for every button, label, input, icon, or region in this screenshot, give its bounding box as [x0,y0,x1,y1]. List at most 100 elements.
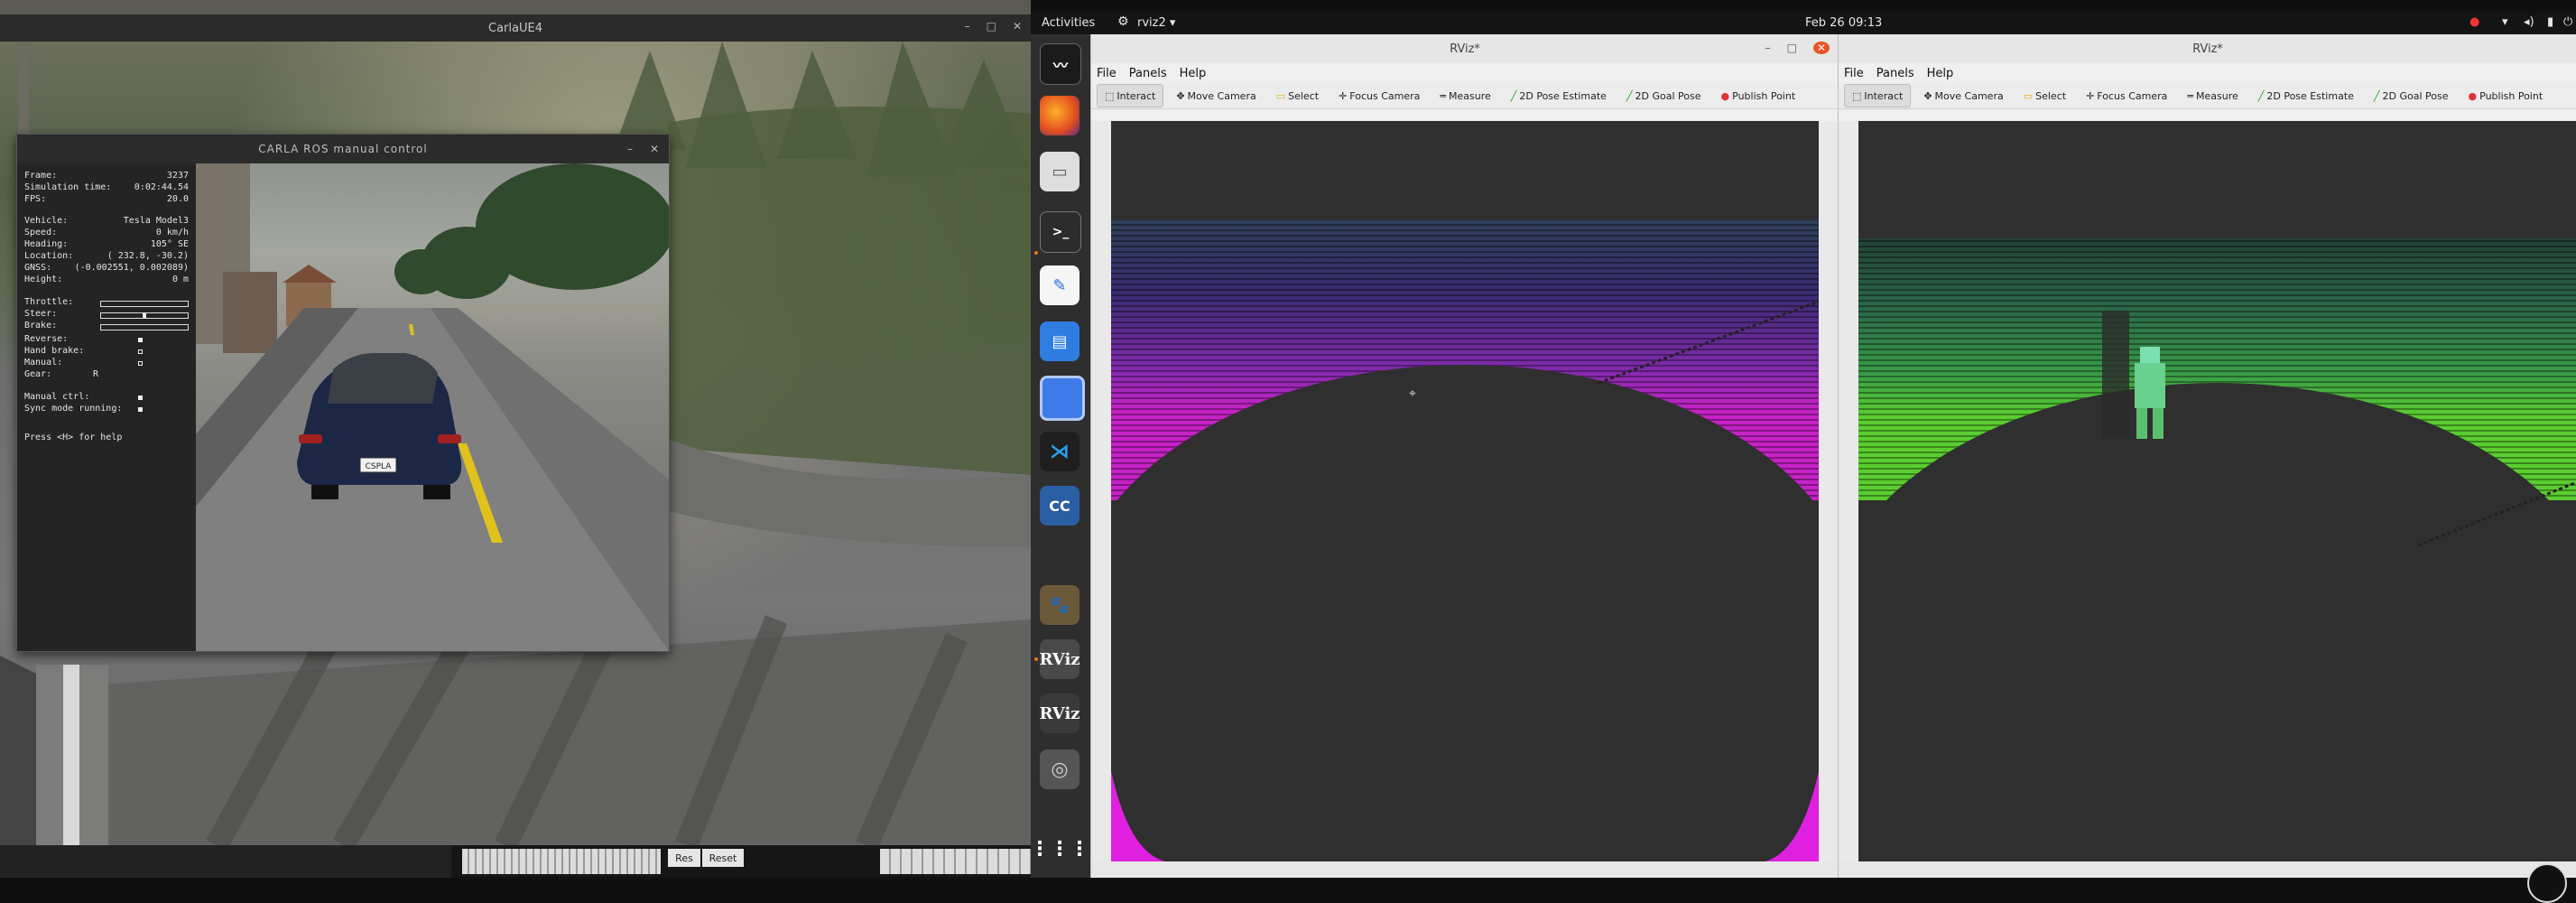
hud-fps-row: FPS: 20.0 [24,194,189,207]
firefox-icon[interactable] [1040,96,1080,135]
close-icon[interactable]: ✕ [1812,42,1830,54]
left-dock-panel[interactable] [1091,121,1111,861]
carla-titlebar[interactable]: CarlaUE4 – □ ✕ [0,14,1031,42]
bottom-strip-pattern [880,849,1031,874]
tool-label: Select [1288,89,1320,102]
camera-view[interactable]: CSPLA [196,163,669,651]
tool-interact[interactable]: ⬚ Interact [1844,84,1912,107]
left-dock-panel[interactable] [1839,121,1858,861]
bottom-panel [0,845,451,878]
rviz-titlebar[interactable]: RViz* [1839,34,2576,64]
tool-2d-pose-estimate[interactable]: ╱ 2D Pose Estimate [1504,85,1614,107]
publish-point-icon: ● [2468,89,2478,102]
menu-help[interactable]: Help [1180,67,1207,80]
tool-2d-goal-pose[interactable]: ╱ 2D Goal Pose [1619,85,1709,107]
pose-arrow-icon: ╱ [1510,89,1517,102]
rviz-title: RViz* [2192,42,2223,56]
hud-label: Reverse: [24,334,69,344]
minimize-icon[interactable]: – [1765,42,1771,54]
rviz-3d-view[interactable] [1858,121,2576,861]
tool-measure[interactable]: ═ Measure [1432,85,1497,107]
hud-heading-row: Heading: 105° SE [24,239,189,252]
menu-file[interactable]: File [1097,67,1117,80]
tool-interact[interactable]: ⬚ Interact [1097,84,1164,107]
brake-bar [100,324,189,330]
menu-panels[interactable]: Panels [1876,67,1914,80]
tool-select[interactable]: ▭ Select [1269,85,1326,107]
select-icon: ▭ [2023,89,2034,102]
hud-help-row: Press <H> for help [24,433,189,445]
tool-move-camera[interactable]: ✥ Move Camera [1916,85,2010,107]
menu-file[interactable]: File [1844,67,1864,80]
files-icon[interactable]: ▭ [1040,152,1080,191]
running-indicator [1034,251,1038,255]
steer-marker [143,313,146,318]
tool-2d-goal-pose[interactable]: ╱ 2D Goal Pose [2367,85,2456,107]
menu-panels[interactable]: Panels [1129,67,1167,80]
tool-label: 2D Pose Estimate [2266,89,2354,102]
terminal-icon[interactable]: >_ [1040,211,1081,253]
hud-label: Manual ctrl: [24,392,90,402]
hud-label: Hand brake: [24,346,85,356]
rviz-titlebar[interactable]: RViz* – □ ✕ [1091,34,1839,64]
gimp-icon[interactable]: 🐾 [1040,585,1080,625]
rviz-menubar: File Panels Help [1091,63,1839,83]
wifi-icon[interactable]: ▾ [2502,15,2508,29]
hud-label: Heading: [24,239,69,249]
interact-icon: ⬚ [1105,89,1115,102]
minimize-icon[interactable]: – [627,143,634,155]
rviz-icon[interactable]: RViz [1039,639,1080,679]
tool-focus-camera[interactable]: ✛ Focus Camera [1331,85,1427,107]
manual-control-titlebar[interactable]: CARLA ROS manual control – ✕ [17,135,669,163]
maximize-icon[interactable]: □ [1787,42,1797,54]
activities-button[interactable]: Activities [1042,16,1095,30]
tool-move-camera[interactable]: ✥ Move Camera [1169,85,1263,107]
clock[interactable]: Feb 26 09:13 [1805,16,1882,30]
hud-simtime-row: Simulation time: 0:02:44.54 [24,182,189,195]
corner-button[interactable] [2527,863,2567,903]
hud-label: GNSS: [24,263,52,273]
tool-label: Focus Camera [1349,89,1421,102]
battery-icon[interactable]: ▮ [2547,15,2553,29]
app-grid-icon[interactable]: ⋮⋮⋮ [1030,829,1089,869]
text-editor-icon[interactable]: ✎ [1040,265,1080,305]
maximize-icon[interactable]: □ [987,20,996,33]
close-icon[interactable]: ✕ [1013,20,1022,33]
carla-bottom-strip [0,845,1031,878]
bottom-reset-button[interactable]: Reset [702,849,744,867]
recording-icon[interactable]: ● [2469,15,2479,29]
publish-point-icon: ● [1720,89,1730,102]
disk-icon[interactable]: ◎ [1040,749,1080,789]
close-icon[interactable]: ✕ [650,143,660,155]
hud-label: Simulation time: [24,182,112,192]
manual-control-window: CARLA ROS manual control – ✕ Frame: 3237 … [16,134,670,652]
app-menu[interactable]: rviz2 ▾ [1137,16,1175,30]
document-viewer-icon[interactable]: ▤ [1040,321,1080,361]
hud-manualctrl-row: Manual ctrl: [24,392,189,405]
minimize-icon[interactable]: – [965,20,970,33]
rviz-icon[interactable]: RViz [1039,694,1080,733]
power-icon[interactable]: ⏻ [2563,15,2572,29]
hud-label: Steer: [24,309,58,319]
tool-2d-pose-estimate[interactable]: ╱ 2D Pose Estimate [2251,85,2361,107]
tool-focus-camera[interactable]: ✛ Focus Camera [2079,85,2174,107]
tool-select[interactable]: ▭ Select [2016,85,2073,107]
screenshot-icon[interactable] [1040,376,1085,421]
vscode-icon[interactable]: ⋊ [1040,432,1080,471]
ubuntu-dock: 〰 ▭ >_ ✎ ▤ ⋊ CC 🐾 RViz RViz ◎ ⋮⋮⋮ [1030,34,1090,878]
menu-help[interactable]: Help [1927,67,1954,80]
activity-monitor-icon[interactable]: 〰 [1040,43,1081,85]
tool-measure[interactable]: ═ Measure [2180,85,2245,107]
bottom-res-button[interactable]: Res [668,849,700,867]
tool-publish-point[interactable]: ● Publish Point [1714,85,1803,107]
rviz-3d-view[interactable]: ⌖ [1111,121,1819,861]
right-dock-panel[interactable] [1819,121,1839,861]
hud-value: 0 km/h [155,228,189,237]
tool-publish-point[interactable]: ● Publish Point [2461,85,2551,107]
steer-bar [100,312,189,319]
cc-icon[interactable]: CC [1040,486,1080,526]
reverse-indicator [138,338,143,342]
hud-gear-row: Gear: R [24,369,189,382]
volume-icon[interactable]: ◂) [2524,15,2534,29]
measure-icon: ═ [1440,89,1446,102]
